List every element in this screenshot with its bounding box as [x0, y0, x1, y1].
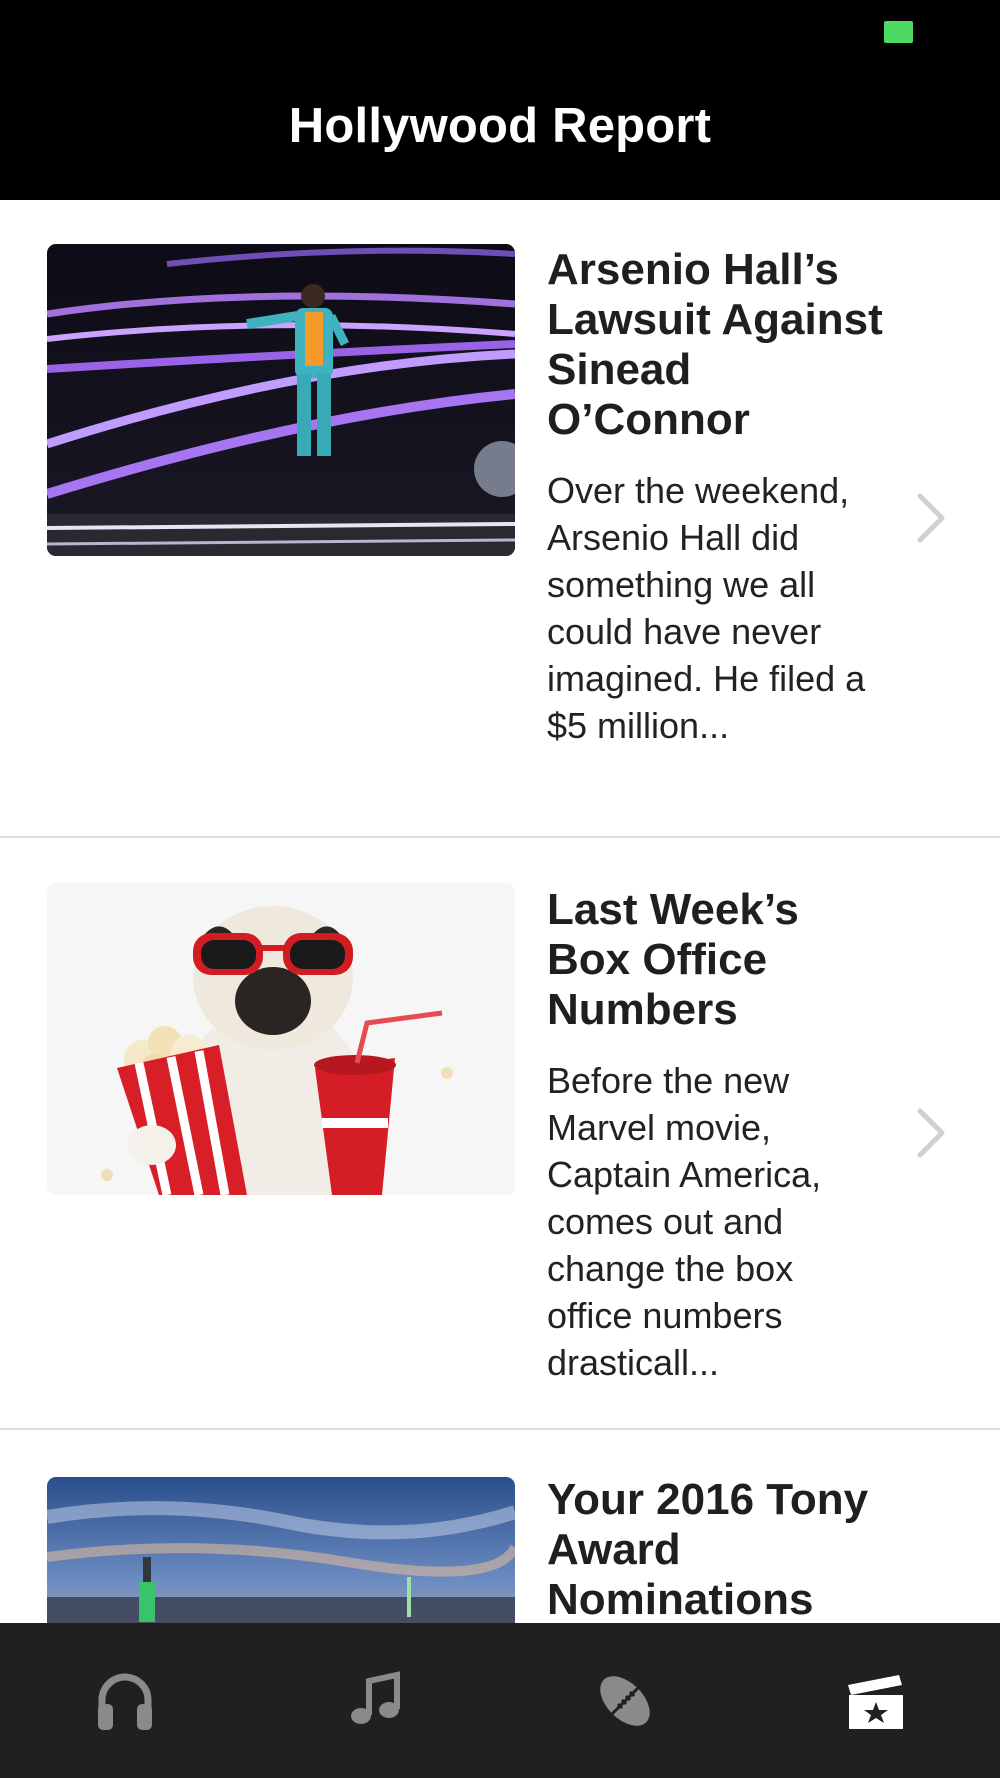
- headphones-icon: [98, 1673, 152, 1730]
- article-list[interactable]: Arsenio Hall’s Lawsuit Against Sinead O’…: [0, 200, 1000, 1623]
- city-skyline-photo: [47, 1477, 515, 1623]
- article-row[interactable]: Arsenio Hall’s Lawsuit Against Sinead O’…: [0, 200, 1000, 838]
- football-icon: [600, 1675, 650, 1726]
- article-title: Your 2016 Tony Award Nominations: [547, 1475, 869, 1623]
- article-title: Last Week’s Box Office Numbers: [547, 885, 799, 1034]
- tab-entertainment[interactable]: [750, 1623, 1000, 1778]
- movie-clapper-icon: [848, 1674, 903, 1729]
- chevron-right-icon: [917, 1108, 945, 1158]
- battery-icon: [884, 21, 913, 43]
- chevron-right-icon: [917, 493, 945, 543]
- article-summary: Over the weekend, Arsenio Hall did somet…: [547, 470, 866, 746]
- concert-performer-photo: [47, 244, 515, 556]
- music-note-icon: [351, 1670, 400, 1724]
- pug-popcorn-photo: [47, 883, 515, 1195]
- header-bar: Hollywood Report: [0, 0, 1000, 200]
- tab-audio[interactable]: [0, 1623, 250, 1778]
- tab-sports[interactable]: [500, 1623, 750, 1778]
- article-title: Arsenio Hall’s Lawsuit Against Sinead O’…: [547, 245, 883, 444]
- page-title: Hollywood Report: [288, 99, 712, 153]
- article-row[interactable]: Your 2016 Tony Award Nominations: [0, 1430, 1000, 1623]
- tab-bar: [0, 1623, 1000, 1778]
- article-row[interactable]: Last Week’s Box Office Numbers Before th…: [0, 838, 1000, 1430]
- article-summary: Before the new Marvel movie, Captain Ame…: [547, 1060, 822, 1383]
- tab-music[interactable]: [250, 1623, 500, 1778]
